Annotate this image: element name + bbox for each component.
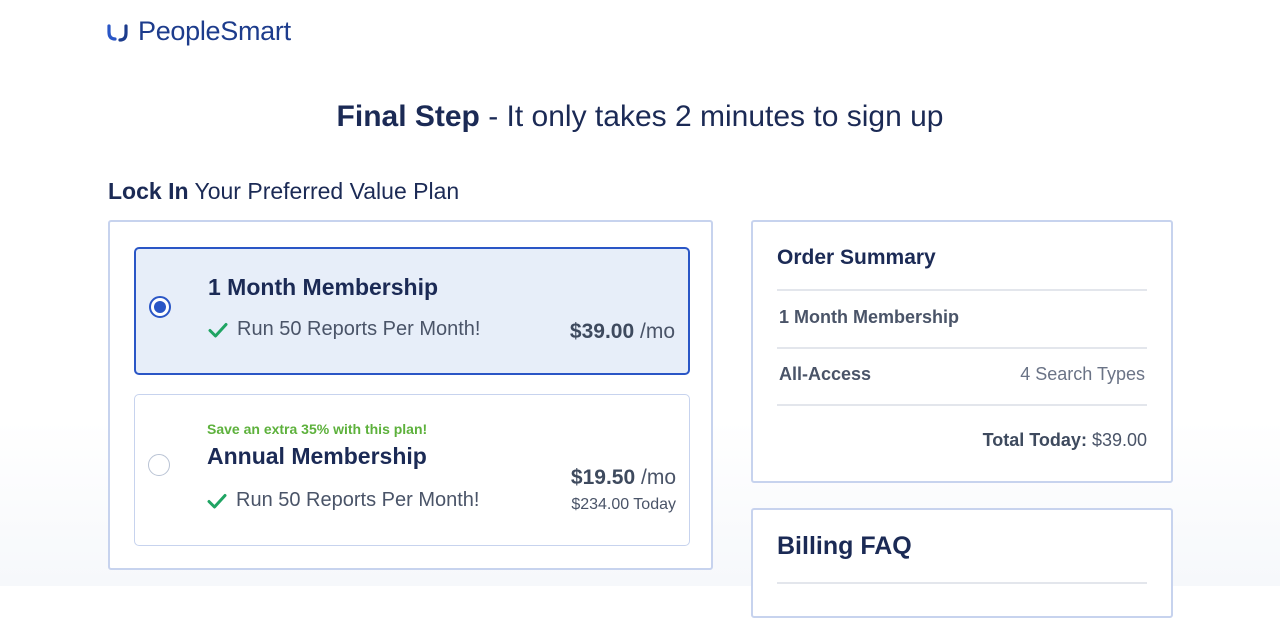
- plan-feature: Run 50 Reports Per Month!: [208, 318, 480, 341]
- billing-faq-panel: Billing FAQ: [751, 508, 1173, 618]
- summary-plan-name: 1 Month Membership: [779, 307, 960, 327]
- plan-promo-badge: Save an extra 35% with this plan!: [207, 421, 428, 437]
- section-title-rest: Your Preferred Value Plan: [188, 178, 460, 204]
- plan-feature-text: Run 50 Reports Per Month!: [237, 318, 481, 340]
- plan-section-title: Lock In Your Preferred Value Plan: [108, 178, 459, 205]
- check-icon: [208, 322, 228, 337]
- summary-access-value: 4 Search Types: [1020, 364, 1145, 384]
- headline-strong: Final Step: [336, 100, 480, 133]
- plan-price: $19.50 /mo: [571, 466, 676, 490]
- plan-price-period: /mo: [634, 320, 675, 343]
- summary-total: Total Today: $39.00: [983, 430, 1147, 451]
- brand-name: PeopleSmart: [138, 15, 291, 46]
- headline-rest: - It only takes 2 minutes to sign up: [479, 100, 944, 133]
- plan-price-period: /mo: [635, 466, 676, 489]
- peoplesmart-logo-icon: [107, 24, 128, 42]
- plan-name: Annual Membership: [207, 443, 427, 469]
- plan-name: 1 Month Membership: [208, 274, 439, 300]
- summary-total-label: Total Today:: [982, 430, 1087, 450]
- divider: [777, 347, 1147, 349]
- page-headline: Final Step - It only takes 2 minutes to …: [0, 100, 1280, 134]
- divider: [777, 289, 1147, 291]
- divider: [777, 404, 1147, 406]
- plan-radio-monthly[interactable]: [149, 296, 171, 318]
- plan-price-amount: $39.00: [569, 320, 635, 343]
- billing-faq-title: Billing FAQ: [777, 532, 912, 560]
- plan-price: $39.00 /mo: [570, 320, 675, 344]
- summary-total-value: $39.00: [1086, 430, 1147, 450]
- order-summary-title: Order Summary: [777, 246, 936, 269]
- section-title-strong: Lock In: [108, 178, 189, 204]
- plan-card-annual[interactable]: Save an extra 35% with this plan! Annual…: [134, 394, 690, 546]
- plans-panel: 1 Month Membership Run 50 Reports Per Mo…: [108, 220, 713, 570]
- plan-price-amount: $19.50: [570, 466, 636, 489]
- plan-card-monthly[interactable]: 1 Month Membership Run 50 Reports Per Mo…: [134, 247, 690, 375]
- plan-today-price: $234.00 Today: [571, 496, 676, 513]
- divider: [777, 582, 1147, 584]
- plan-feature: Run 50 Reports Per Month!: [207, 489, 479, 512]
- plan-feature-text: Run 50 Reports Per Month!: [236, 489, 480, 511]
- plan-radio-annual[interactable]: [148, 454, 170, 476]
- peoplesmart-logo[interactable]: PeopleSmart: [106, 14, 291, 48]
- order-summary-panel: Order Summary 1 Month Membership All-Acc…: [751, 220, 1173, 483]
- summary-access-label: All-Access: [779, 364, 872, 384]
- check-icon: [207, 493, 227, 508]
